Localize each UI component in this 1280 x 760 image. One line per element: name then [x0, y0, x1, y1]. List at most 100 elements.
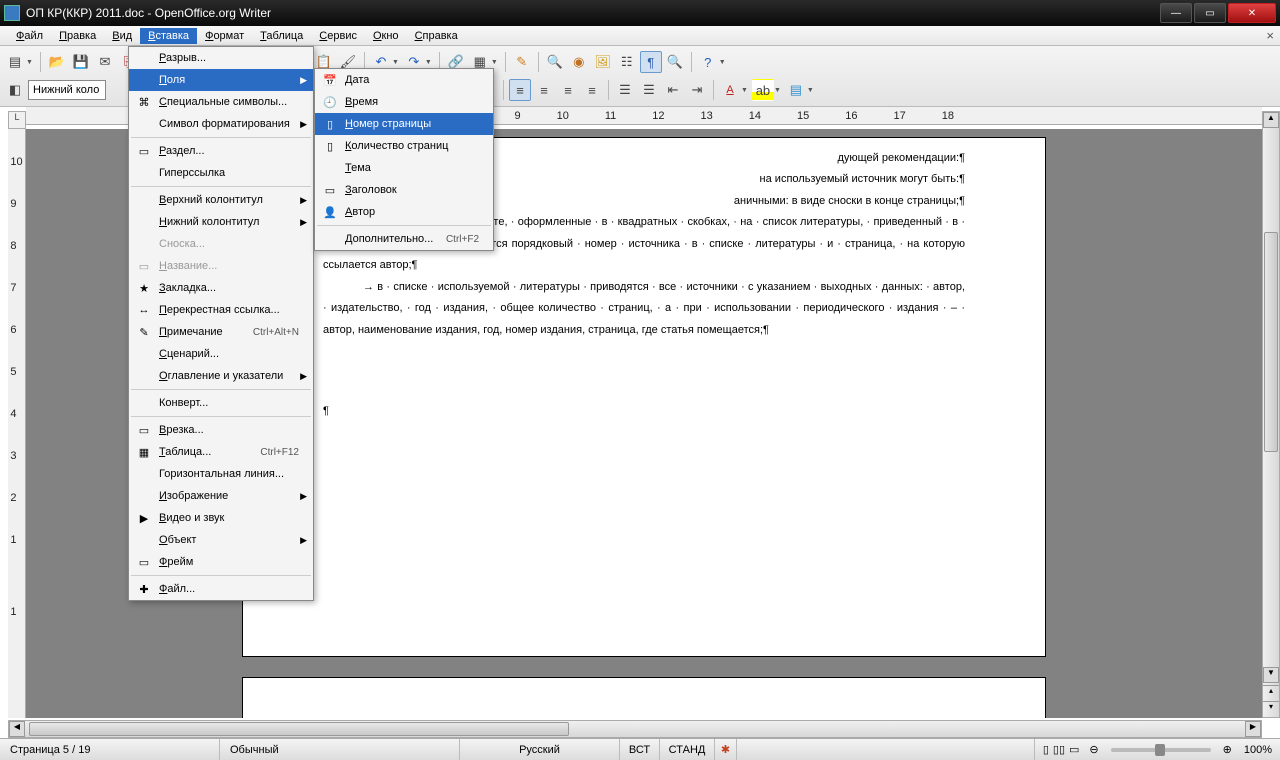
next-page-button[interactable]: ▾	[1263, 701, 1279, 717]
nonprinting-icon[interactable]: ¶	[640, 51, 662, 73]
insert-menu-item-9[interactable]: Нижний колонтитул▶	[129, 211, 313, 233]
scroll-right-button[interactable]: ▶	[1245, 721, 1261, 737]
vscroll-thumb[interactable]	[1264, 232, 1278, 452]
status-selection-mode[interactable]: СТАНД	[660, 739, 715, 760]
align-right-icon[interactable]: ≡	[557, 79, 579, 101]
insert-menu-item-8[interactable]: Верхний колонтитул▶	[129, 189, 313, 211]
page-canvas-next[interactable]	[242, 677, 1046, 718]
open-icon[interactable]: 📂	[46, 51, 68, 73]
menu-таблица[interactable]: Таблица	[252, 28, 311, 44]
menu-сервис[interactable]: Сервис	[311, 28, 365, 44]
maximize-button[interactable]: ▭	[1194, 3, 1226, 23]
insert-menu-item-24[interactable]: ▶Видео и звук	[129, 507, 313, 529]
font-color-icon[interactable]: A	[719, 79, 741, 101]
insert-menu-label-6: Гиперссылка	[159, 167, 225, 179]
insert-menu-label-3: Символ форматирования	[159, 118, 290, 130]
highlight-icon[interactable]: ab	[752, 79, 774, 101]
insert-menu-item-14[interactable]: ✎ПримечаниеCtrl+Alt+N	[129, 321, 313, 343]
datasource-icon[interactable]: ☷	[616, 51, 638, 73]
align-left-icon[interactable]: ≡	[509, 79, 531, 101]
status-page[interactable]: Страница 5 / 19	[0, 739, 220, 760]
hscroll-thumb[interactable]	[29, 722, 569, 736]
save-icon[interactable]: 💾	[70, 51, 92, 73]
insert-menu-item-0[interactable]: Разрыв...	[129, 47, 313, 69]
align-center-icon[interactable]: ≡	[533, 79, 555, 101]
fields-submenu-item-6[interactable]: 👤Автор	[315, 201, 493, 223]
view-book-icon[interactable]: ▭	[1069, 743, 1079, 756]
insert-menu-item-23[interactable]: Изображение▶	[129, 485, 313, 507]
styles-icon[interactable]: ◧	[4, 79, 26, 101]
insert-menu-item-1[interactable]: Поля▶	[129, 69, 313, 91]
zoom-out-button[interactable]: ⊖	[1089, 743, 1098, 756]
insert-menu-item-16[interactable]: Оглавление и указатели▶	[129, 365, 313, 387]
fields-submenu-item-0[interactable]: 📅Дата	[315, 69, 493, 91]
menu-правка[interactable]: Правка	[51, 28, 104, 44]
fields-submenu-label-2: Номер страницы	[345, 118, 431, 130]
horizontal-scrollbar[interactable]: ◀ ▶	[8, 720, 1262, 738]
help-icon[interactable]: ?	[697, 51, 719, 73]
close-button[interactable]: ✕	[1228, 3, 1276, 23]
fields-submenu-item-3[interactable]: ▯Количество страниц	[315, 135, 493, 157]
menu-справка[interactable]: Справка	[407, 28, 466, 44]
increase-indent-icon[interactable]: ⇥	[686, 79, 708, 101]
status-insert-mode[interactable]: ВСТ	[620, 739, 660, 760]
gallery-icon[interactable]: 🖼	[592, 51, 614, 73]
fields-submenu-item-5[interactable]: ▭Заголовок	[315, 179, 493, 201]
numbered-list-icon[interactable]: ☰	[614, 79, 636, 101]
vertical-scrollbar[interactable]: ▲ ▼ ▴▾	[1262, 111, 1280, 718]
insert-menu-item-15[interactable]: Сценарий...	[129, 343, 313, 365]
document-close-button[interactable]: ×	[1266, 28, 1274, 43]
insert-menu-item-6[interactable]: Гиперссылка	[129, 162, 313, 184]
prev-page-button[interactable]: ▴	[1263, 685, 1279, 701]
fields-submenu-item-2[interactable]: ▯Номер страницы	[315, 113, 493, 135]
zoom-slider[interactable]	[1111, 748, 1211, 752]
fields-submenu-item-1[interactable]: 🕘Время	[315, 91, 493, 113]
new-doc-icon[interactable]: ▤	[4, 51, 26, 73]
fields-submenu-item-8[interactable]: Дополнительно...Ctrl+F2	[315, 228, 493, 250]
minimize-button[interactable]: —	[1160, 3, 1192, 23]
bullet-list-icon[interactable]: ☰	[638, 79, 660, 101]
insert-menu-item-26[interactable]: ▭Фрейм	[129, 551, 313, 573]
status-language[interactable]: Русский	[460, 739, 620, 760]
status-style[interactable]: Обычный	[220, 739, 460, 760]
insert-menu-icon-9	[135, 214, 153, 230]
zoom-value[interactable]: 100%	[1244, 744, 1272, 756]
navigator-icon[interactable]: ◉	[568, 51, 590, 73]
menu-формат[interactable]: Формат	[197, 28, 252, 44]
find-icon[interactable]: 🔍	[544, 51, 566, 73]
status-modified-icon[interactable]: ✱	[715, 739, 737, 760]
insert-menu-item-2[interactable]: ⌘Специальные символы...	[129, 91, 313, 113]
insert-menu-item-28[interactable]: ✚Файл...	[129, 578, 313, 600]
zoom-icon[interactable]: 🔍	[664, 51, 686, 73]
menu-файл[interactable]: Файл	[8, 28, 51, 44]
paragraph-style-combo[interactable]	[28, 80, 106, 100]
view-single-icon[interactable]: ▯	[1043, 743, 1049, 756]
decrease-indent-icon[interactable]: ⇤	[662, 79, 684, 101]
fields-submenu-item-4[interactable]: Тема	[315, 157, 493, 179]
scroll-down-button[interactable]: ▼	[1263, 667, 1279, 683]
scroll-left-button[interactable]: ◀	[9, 721, 25, 737]
insert-menu-item-11: ▭Название...	[129, 255, 313, 277]
insert-menu-item-12[interactable]: ★Закладка...	[129, 277, 313, 299]
align-justify-icon[interactable]: ≡	[581, 79, 603, 101]
insert-menu-item-18[interactable]: Конверт...	[129, 392, 313, 414]
menu-окно[interactable]: Окно	[365, 28, 407, 44]
insert-menu-label-1: Поля	[159, 74, 185, 86]
insert-menu-item-5[interactable]: ▭Раздел...	[129, 140, 313, 162]
menu-вид[interactable]: Вид	[104, 28, 140, 44]
vertical-ruler[interactable]: 11109876543211	[8, 129, 26, 718]
insert-menu-item-21[interactable]: ▦Таблица...Ctrl+F12	[129, 441, 313, 463]
bgcolor-icon[interactable]: ▤	[785, 79, 807, 101]
draw-icon[interactable]: ✎	[511, 51, 533, 73]
zoom-in-button[interactable]: ⊕	[1223, 743, 1232, 756]
insert-menu-item-3[interactable]: Символ форматирования▶	[129, 113, 313, 135]
insert-menu-item-25[interactable]: Объект▶	[129, 529, 313, 551]
fields-submenu-label-5: Заголовок	[345, 184, 397, 196]
scroll-up-button[interactable]: ▲	[1263, 112, 1279, 128]
menu-вставка[interactable]: Вставка	[140, 28, 197, 44]
insert-menu-item-13[interactable]: ↔Перекрестная ссылка...	[129, 299, 313, 321]
insert-menu-item-22[interactable]: Горизонтальная линия...	[129, 463, 313, 485]
email-icon[interactable]: ✉	[94, 51, 116, 73]
insert-menu-item-20[interactable]: ▭Врезка...	[129, 419, 313, 441]
view-multi-icon[interactable]: ▯▯	[1053, 743, 1065, 756]
